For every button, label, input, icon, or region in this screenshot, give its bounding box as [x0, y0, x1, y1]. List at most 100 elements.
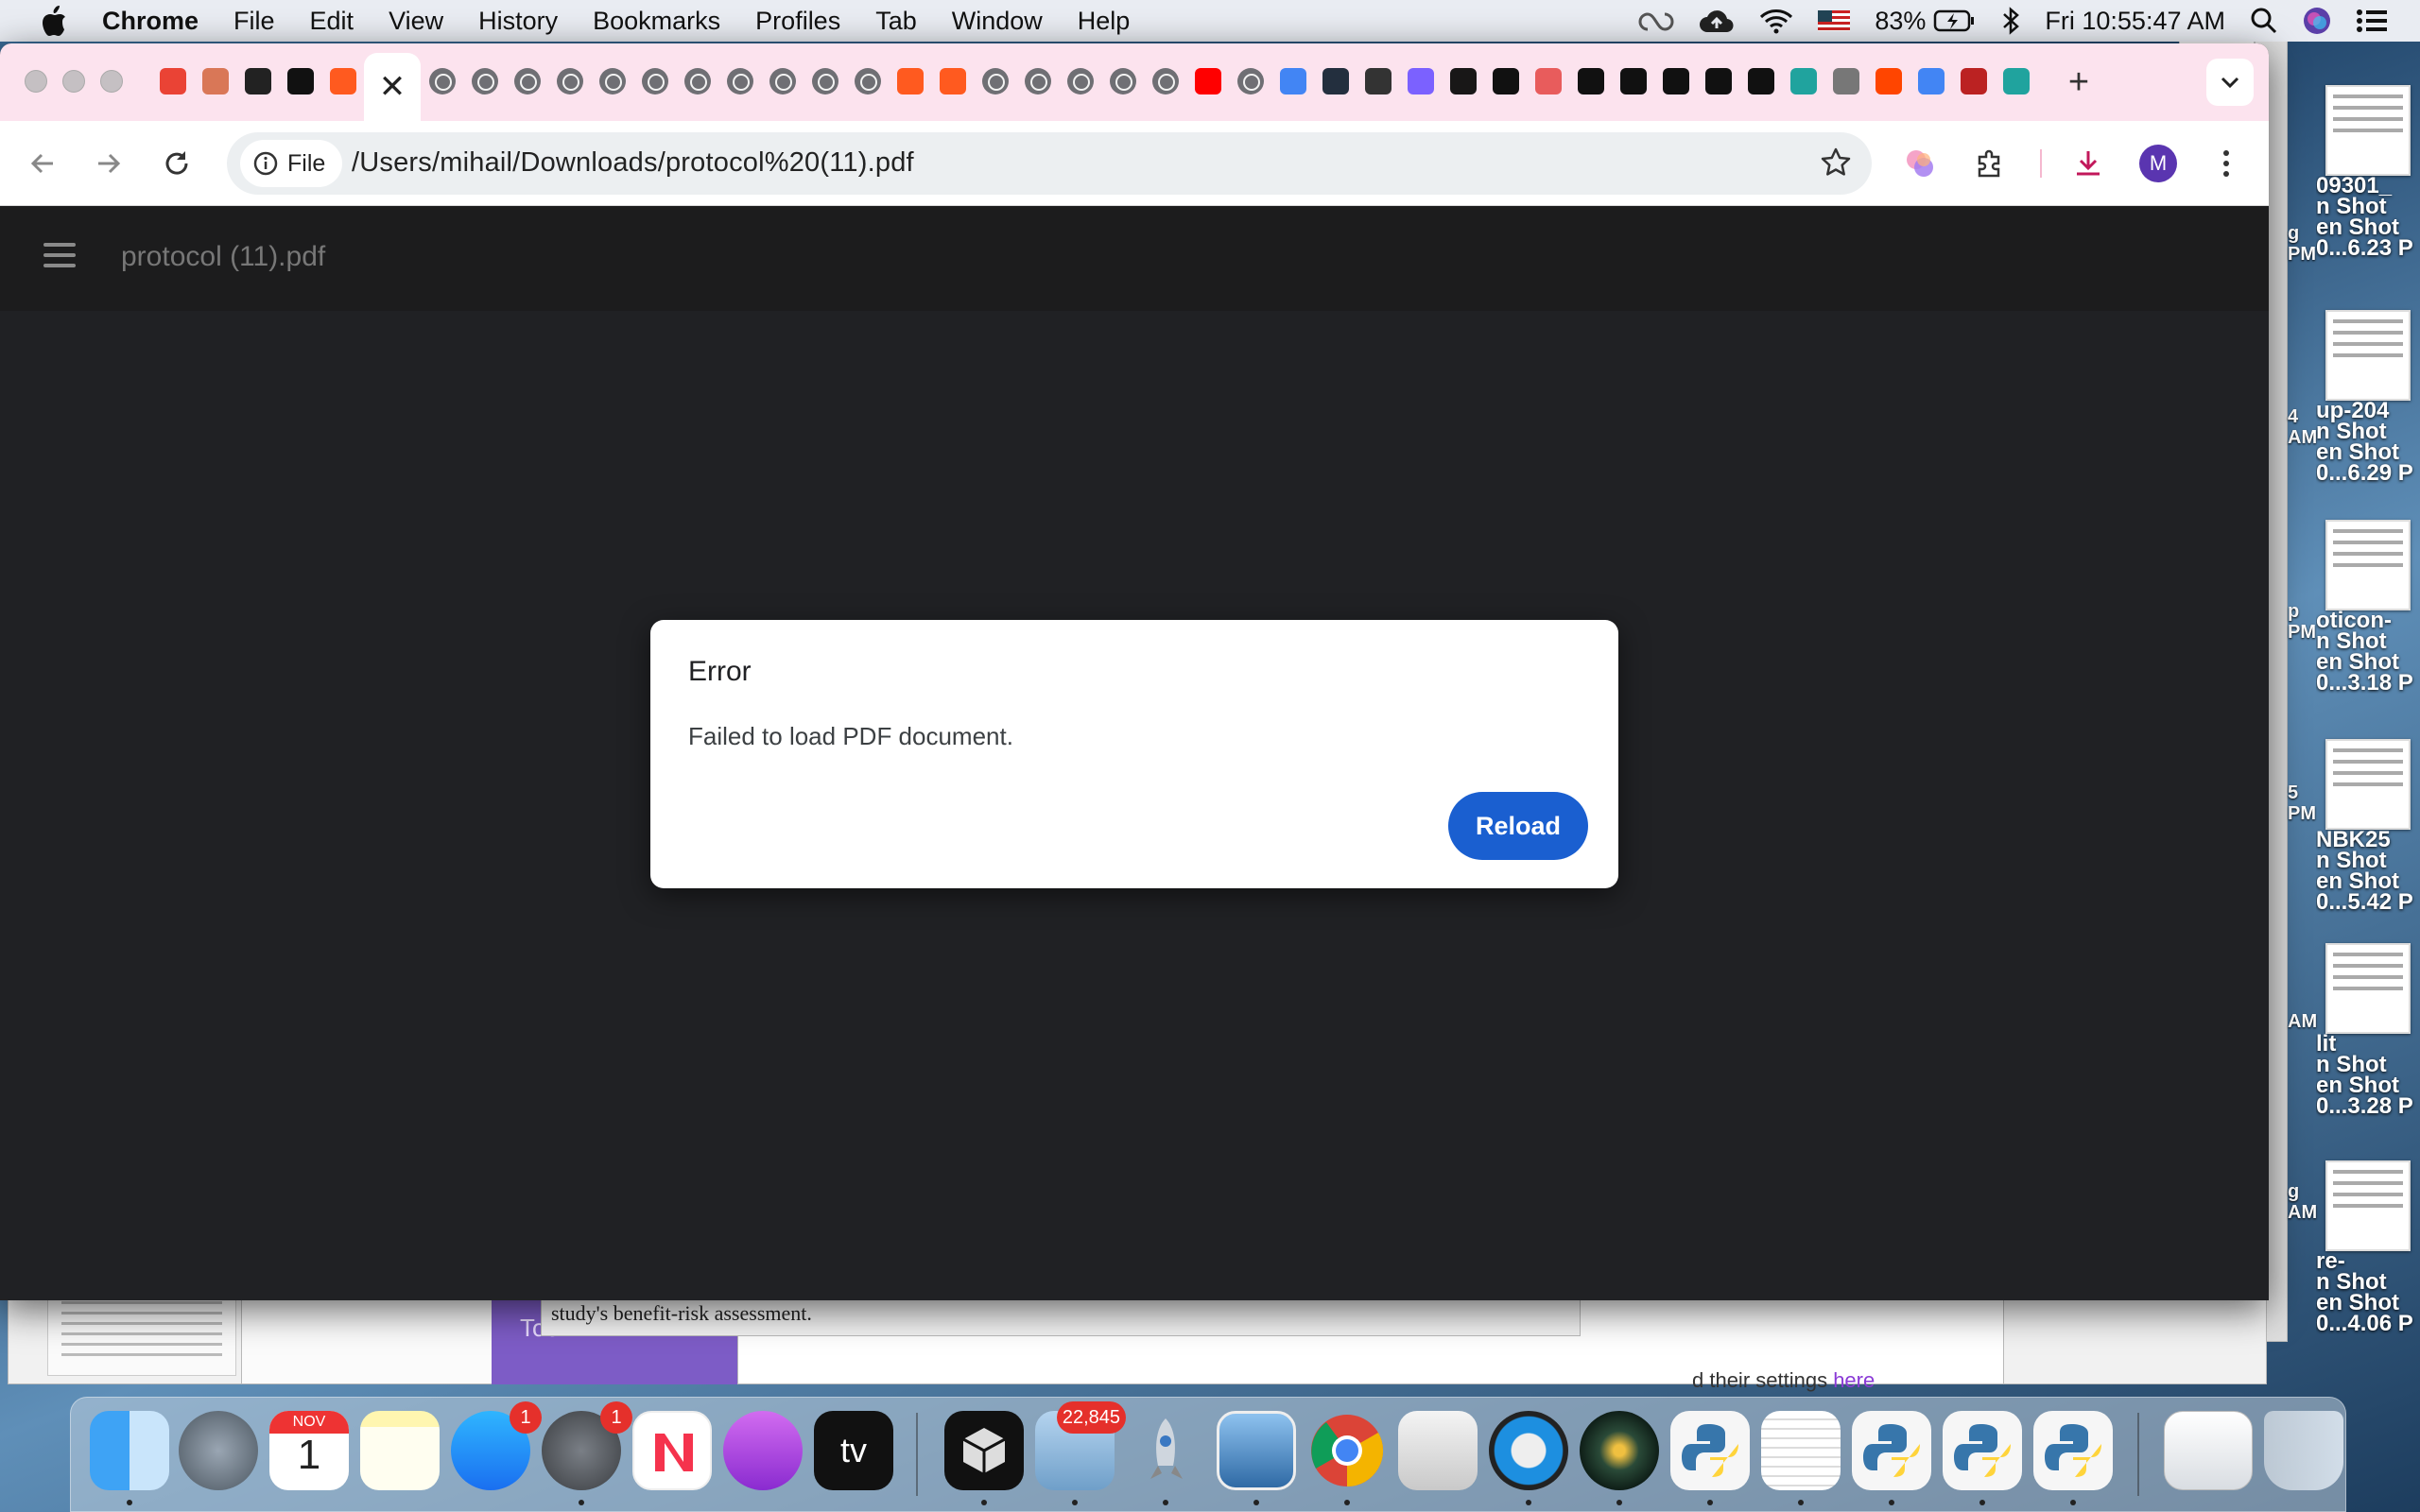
tab[interactable] — [1442, 53, 1484, 110]
new-tab-button[interactable]: + — [2059, 62, 2099, 102]
icloud-upload-icon[interactable] — [1699, 8, 1735, 34]
minimize-window-button[interactable] — [62, 70, 85, 93]
python-launcher-icon[interactable] — [1670, 1411, 1750, 1490]
tab[interactable] — [591, 53, 633, 110]
tab[interactable] — [889, 53, 931, 110]
tab[interactable] — [1654, 53, 1697, 110]
tab[interactable] — [1059, 53, 1101, 110]
reload-button[interactable]: Reload — [1448, 792, 1588, 860]
mail-icon[interactable]: 22,845 — [1035, 1401, 1126, 1490]
bookmark-star-icon[interactable] — [1819, 146, 1853, 184]
address-bar[interactable]: File /Users/mihail/Downloads/protocol%20… — [227, 132, 1872, 195]
close-window-button[interactable] — [25, 70, 47, 93]
menu-bookmarks[interactable]: Bookmarks — [593, 7, 720, 36]
tab[interactable] — [1867, 53, 1910, 110]
chrome-dock-icon[interactable] — [1307, 1411, 1387, 1490]
zoom-window-button[interactable] — [100, 70, 123, 93]
podcasts-icon[interactable] — [723, 1411, 803, 1490]
tab[interactable] — [1612, 53, 1654, 110]
back-button[interactable] — [21, 142, 64, 185]
calendar-icon[interactable]: NOV 1 — [269, 1411, 349, 1490]
menu-app-chrome[interactable]: Chrome — [102, 7, 199, 36]
menu-window[interactable]: Window — [952, 7, 1043, 36]
menu-edit[interactable]: Edit — [310, 7, 354, 36]
tab[interactable] — [1016, 53, 1059, 110]
desktop-file-icon[interactable]: oticon- n Shot en Shot 0...3.18 P — [2316, 520, 2420, 694]
tab[interactable] — [846, 53, 889, 110]
tab[interactable] — [1399, 53, 1442, 110]
input-source-flag-icon[interactable] — [1818, 10, 1851, 31]
active-tab[interactable]: ✕ — [364, 53, 421, 121]
python-launcher-icon[interactable] — [2033, 1411, 2113, 1490]
sidebar-toggle-menu-icon[interactable] — [43, 243, 76, 267]
tab[interactable] — [718, 53, 761, 110]
finder-icon[interactable] — [90, 1411, 169, 1490]
tab[interactable] — [1484, 53, 1527, 110]
tab[interactable] — [1314, 53, 1357, 110]
tab[interactable] — [463, 53, 506, 110]
tab[interactable] — [761, 53, 804, 110]
tab[interactable] — [321, 53, 364, 110]
tab[interactable] — [633, 53, 676, 110]
tab[interactable] — [548, 53, 591, 110]
tab[interactable] — [1569, 53, 1612, 110]
tab[interactable] — [194, 53, 236, 110]
control-center-icon[interactable] — [2356, 8, 2388, 34]
system-settings-icon[interactable]: 1 — [542, 1401, 632, 1490]
copilot-extension-icon[interactable] — [1898, 142, 1942, 185]
tab[interactable] — [151, 53, 194, 110]
desktop-file-icon[interactable]: 09301_ n Shot en Shot 0...6.23 P — [2316, 85, 2420, 259]
news-icon[interactable] — [632, 1411, 712, 1490]
globe-app-icon[interactable] — [1580, 1411, 1659, 1490]
printer-icon[interactable] — [1398, 1411, 1478, 1490]
desktop-file-icon[interactable]: up-204 n Shot en Shot 0...6.29 P — [2316, 310, 2420, 484]
apple-tv-icon[interactable]: tv — [814, 1411, 893, 1490]
downloads-icon[interactable] — [2066, 142, 2110, 185]
python-launcher-icon[interactable] — [1943, 1411, 2022, 1490]
menu-help[interactable]: Help — [1078, 7, 1131, 36]
close-tab-icon[interactable]: ✕ — [379, 68, 406, 106]
app-store-icon[interactable]: 1 — [451, 1401, 542, 1490]
tab[interactable] — [931, 53, 974, 110]
extensions-puzzle-icon[interactable] — [1968, 142, 2012, 185]
tab-search-button[interactable] — [2206, 59, 2254, 106]
tab[interactable] — [506, 53, 548, 110]
spotlight-search-icon[interactable] — [2250, 7, 2278, 35]
siri-icon[interactable] — [2303, 7, 2331, 35]
menu-tab[interactable]: Tab — [875, 7, 917, 36]
quicktime-icon[interactable] — [1489, 1411, 1568, 1490]
notes-icon[interactable] — [360, 1411, 440, 1490]
tab[interactable] — [974, 53, 1016, 110]
tab[interactable] — [1144, 53, 1186, 110]
downloads-stack-icon[interactable] — [2164, 1411, 2253, 1490]
launchpad-icon[interactable] — [179, 1411, 258, 1490]
creative-cloud-icon[interactable] — [1638, 9, 1674, 33]
tab[interactable] — [236, 53, 279, 110]
profile-avatar[interactable]: M — [2136, 142, 2180, 185]
apple-menu-icon[interactable] — [38, 5, 70, 37]
tab[interactable] — [1357, 53, 1399, 110]
tab[interactable] — [676, 53, 718, 110]
bluetooth-icon[interactable] — [2001, 7, 2020, 35]
tab[interactable] — [1910, 53, 1952, 110]
trash-icon[interactable] — [2264, 1411, 2343, 1490]
menu-file[interactable]: File — [233, 7, 275, 36]
cube-app-icon[interactable] — [944, 1411, 1024, 1490]
tab[interactable] — [1739, 53, 1782, 110]
tab[interactable] — [1229, 53, 1271, 110]
tab[interactable] — [1697, 53, 1739, 110]
menu-history[interactable]: History — [478, 7, 558, 36]
tab[interactable] — [1101, 53, 1144, 110]
url-text[interactable]: /Users/mihail/Downloads/protocol%20(11).… — [352, 147, 914, 179]
menubar-clock[interactable]: Fri 10:55:47 AM — [2045, 7, 2225, 36]
text-editor-icon[interactable] — [1761, 1411, 1841, 1490]
menu-view[interactable]: View — [389, 7, 443, 36]
desktop-file-icon[interactable]: re- n Shot en Shot 0...4.06 P — [2316, 1160, 2420, 1334]
site-info-chip[interactable]: File — [240, 140, 343, 187]
tab[interactable] — [1995, 53, 2037, 110]
tab[interactable] — [1952, 53, 1995, 110]
tab[interactable] — [804, 53, 846, 110]
tab[interactable] — [421, 53, 463, 110]
wifi-icon[interactable] — [1759, 8, 1793, 34]
tab[interactable] — [1271, 53, 1314, 110]
